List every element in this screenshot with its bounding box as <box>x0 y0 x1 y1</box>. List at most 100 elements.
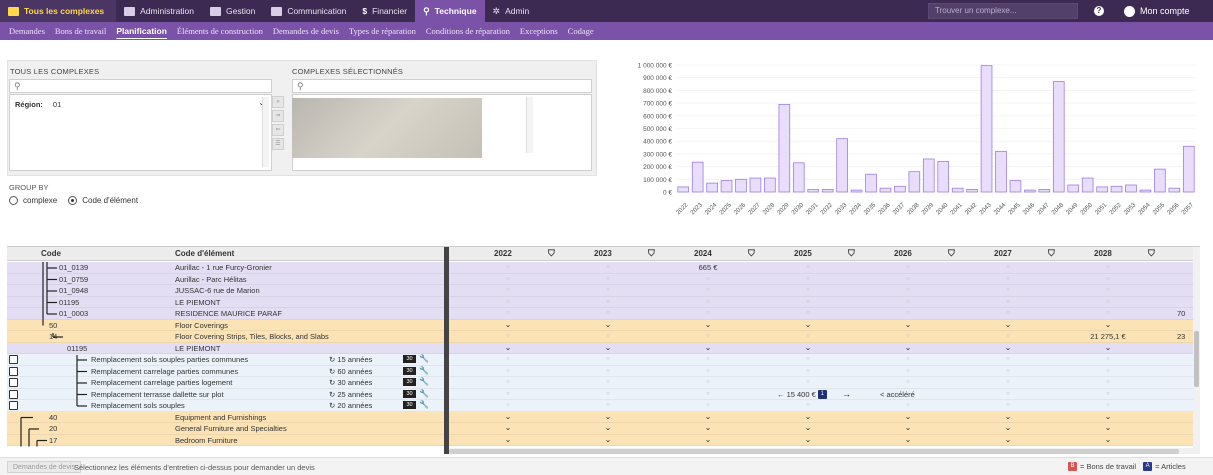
subnav-codage[interactable]: Codage <box>568 26 594 36</box>
nav-administration[interactable]: Administration <box>116 0 202 22</box>
empty-cell[interactable]: ○ <box>962 264 1054 270</box>
request-quote-button[interactable]: Demandes de devis <box>7 461 81 473</box>
empty-cell[interactable]: ○ <box>862 333 954 339</box>
chevron-down-icon[interactable]: ⌄ <box>462 435 554 444</box>
amount-cell[interactable]: 665 € <box>662 263 754 272</box>
selected-complexes-search[interactable]: ⚲ <box>292 79 592 93</box>
column-splitter[interactable] <box>444 247 449 454</box>
chevron-down-icon[interactable]: ⌄ <box>1062 412 1154 421</box>
bar-2042[interactable] <box>966 189 978 193</box>
subnav-bons-de-travail[interactable]: Bons de travail <box>55 26 106 36</box>
bar-2057[interactable] <box>1182 145 1195 193</box>
nav-technique[interactable]: ⚲ Technique <box>415 0 485 22</box>
bar-2052[interactable] <box>1110 185 1123 193</box>
empty-cell[interactable]: ○ <box>462 333 554 339</box>
group-row[interactable]: 20 General Furniture and Specialties ⌄ ⌄ ⌄ ⌄ ⌄… <box>7 423 1193 435</box>
empty-cell[interactable]: ○ <box>462 391 554 397</box>
empty-cell[interactable]: ○ <box>862 368 954 374</box>
bar-2027[interactable] <box>749 177 762 193</box>
chevron-down-icon[interactable]: ⌄ <box>862 423 954 432</box>
empty-cell[interactable]: ○ <box>862 379 954 385</box>
empty-cell[interactable]: ○ <box>1062 276 1154 282</box>
bar-2023[interactable] <box>691 161 704 193</box>
chevron-down-icon[interactable]: ⌄ <box>762 412 854 421</box>
filter-icon[interactable]: ⛉ <box>648 248 655 259</box>
amount-cell[interactable]: 21 275,1 € <box>1062 332 1154 341</box>
chevron-down-icon[interactable]: ⌄ <box>962 343 1054 352</box>
bar-2034[interactable] <box>850 189 863 193</box>
scroll-thumb[interactable] <box>449 449 1179 454</box>
empty-cell[interactable]: ○ <box>862 310 954 316</box>
radio-code-element[interactable] <box>68 196 78 205</box>
empty-cell[interactable]: ○ <box>1062 299 1154 305</box>
nav-all-complexes[interactable]: Tous les complexes <box>0 0 117 22</box>
chevron-down-icon[interactable]: ⌄ <box>862 412 954 421</box>
empty-cell[interactable]: ○ <box>762 264 854 270</box>
bar-2028[interactable] <box>764 177 776 193</box>
empty-cell[interactable]: ○ <box>962 379 1054 385</box>
bar-2035[interactable] <box>865 173 877 193</box>
bar-2054[interactable] <box>1139 189 1152 193</box>
empty-cell[interactable]: ○ <box>762 310 854 316</box>
move-right-icon[interactable]: ⇒ <box>272 110 284 122</box>
bar-2040[interactable] <box>937 161 950 193</box>
empty-cell[interactable]: ○ <box>1062 391 1154 397</box>
filter-icon[interactable]: ⛉ <box>948 248 955 259</box>
empty-cell[interactable]: ○ <box>462 299 554 305</box>
clear-icon[interactable]: ☰ <box>272 138 284 150</box>
empty-cell[interactable]: ○ <box>862 264 954 270</box>
wrench-icon[interactable]: 🔧 <box>419 366 429 375</box>
wrench-icon[interactable]: 🔧 <box>419 377 429 386</box>
chevron-down-icon[interactable]: ⌄ <box>462 423 554 432</box>
chevron-down-icon[interactable]: ⌄ <box>462 343 554 352</box>
empty-cell[interactable]: ○ <box>962 276 1054 282</box>
complex-row[interactable]: 01_0948 JUSSAC-6 rue de Marion ○ ○ ○ ○ ○ ○ ○ <box>7 285 1193 297</box>
empty-cell[interactable]: ○ <box>562 379 654 385</box>
empty-cell[interactable]: ○ <box>962 287 1054 293</box>
subnav-demandes-devis[interactable]: Demandes de devis <box>273 26 339 36</box>
bar-2030[interactable] <box>792 162 805 193</box>
empty-cell[interactable]: ○ <box>562 299 654 305</box>
complex-row[interactable]: 01_0003 RESIDENCE MAURICE PARAF ○ ○ ○ ○ ○ ○ ○ 70 <box>7 308 1193 320</box>
empty-cell[interactable]: ○ <box>962 299 1054 305</box>
subnav-demandes[interactable]: Demandes <box>9 26 45 36</box>
chevron-down-icon[interactable]: ⌄ <box>1062 423 1154 432</box>
empty-cell[interactable]: ○ <box>1062 264 1154 270</box>
empty-cell[interactable]: ○ <box>862 276 954 282</box>
empty-cell[interactable]: ○ <box>462 276 554 282</box>
chevron-down-icon[interactable]: ⌄ <box>862 343 954 352</box>
nav-gestion[interactable]: Gestion <box>202 0 263 22</box>
empty-cell[interactable]: ○ <box>762 333 854 339</box>
region-filter[interactable]: Région: 01 ⌄ <box>12 98 269 111</box>
group-row[interactable]: 50 Floor Coverings ⌄ ⌄ ⌄ ⌄ ⌄ ⌄ ⌄ <box>7 319 1193 331</box>
move-all-right-icon[interactable]: » <box>272 96 284 108</box>
calendar-icon[interactable]: 30 <box>403 389 416 398</box>
bar-2025[interactable] <box>720 180 733 193</box>
bar-2038[interactable] <box>908 171 921 193</box>
chevron-down-icon[interactable]: ⌄ <box>962 412 1054 421</box>
bar-2026[interactable] <box>735 178 747 193</box>
subnav-elements-construction[interactable]: Éléments de construction <box>177 26 263 36</box>
all-list-scrollbar[interactable] <box>262 97 269 167</box>
empty-cell[interactable]: ○ <box>662 379 754 385</box>
filter-icon[interactable]: ⛉ <box>1048 248 1055 259</box>
nav-communication[interactable]: Communication <box>263 0 354 22</box>
empty-cell[interactable]: ○ <box>962 310 1054 316</box>
chevron-down-icon[interactable]: ⌄ <box>962 320 1054 329</box>
empty-cell[interactable]: ○ <box>1062 310 1154 316</box>
bar-2029[interactable] <box>778 103 791 193</box>
group-row[interactable]: 40 Equipment and Furnishings ⌄ ⌄ ⌄ ⌄ ⌄ ⌄ ⌄ <box>7 411 1193 423</box>
subnav-exceptions[interactable]: Exceptions <box>520 26 558 36</box>
chevron-down-icon[interactable]: ⌄ <box>662 320 754 329</box>
bar-2046[interactable] <box>1024 189 1036 193</box>
empty-cell[interactable]: ○ <box>662 310 754 316</box>
calendar-icon[interactable]: 30 <box>403 366 416 375</box>
bar-2045[interactable] <box>1009 180 1022 193</box>
chevron-down-icon[interactable]: ⌄ <box>562 343 654 352</box>
empty-cell[interactable]: ○ <box>462 356 554 362</box>
selected-list-scrollbar[interactable] <box>526 97 533 153</box>
filter-icon[interactable]: ⛉ <box>548 248 555 259</box>
empty-cell[interactable]: ○ <box>1062 287 1154 293</box>
empty-cell[interactable]: ○ <box>462 310 554 316</box>
chevron-down-icon[interactable]: ⌄ <box>962 435 1054 444</box>
